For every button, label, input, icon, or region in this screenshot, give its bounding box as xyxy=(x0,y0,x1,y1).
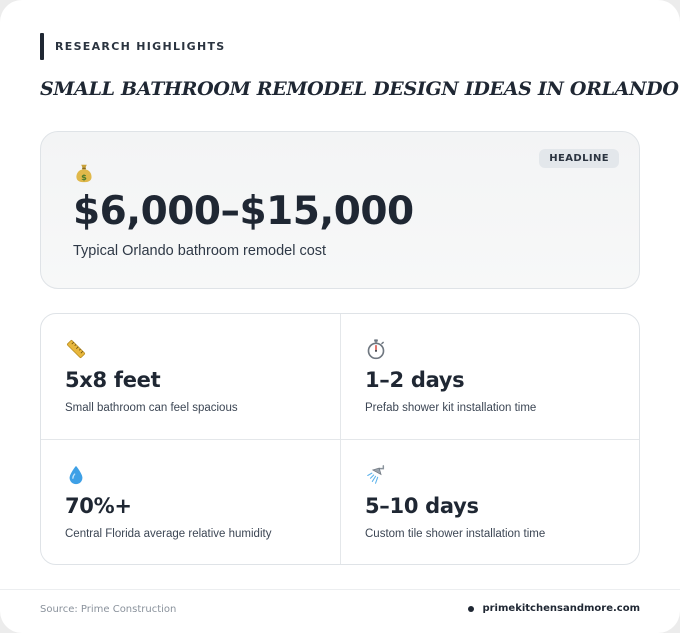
stat-caption: Small bathroom can feel spacious xyxy=(65,402,238,414)
money-bag-icon: $ xyxy=(76,164,92,183)
source-credit: Source: Prime Construction xyxy=(40,604,177,615)
stat-value: 5x8 feet xyxy=(65,368,161,392)
footer-divider xyxy=(0,589,680,590)
eyebrow: RESEARCH HIGHLIGHTS xyxy=(40,33,226,60)
headline-value: $6,000–$15,000 xyxy=(73,189,414,234)
stat-cell: 70%+ Central Florida average relative hu… xyxy=(41,440,340,564)
stat-caption: Prefab shower kit installation time xyxy=(365,402,537,414)
stat-value: 5–10 days xyxy=(365,494,479,518)
svg-text:$: $ xyxy=(81,172,87,182)
stopwatch-icon xyxy=(367,339,385,360)
site-url[interactable]: primekitchensandmore.com xyxy=(482,603,640,614)
stat-caption: Central Florida average relative humidit… xyxy=(65,528,272,540)
droplet-icon xyxy=(69,465,83,485)
shower-icon xyxy=(367,465,385,484)
stat-cell: 5x8 feet Small bathroom can feel spaciou… xyxy=(41,314,340,439)
stat-cell: 1–2 days Prefab shower kit installation … xyxy=(341,314,639,439)
ruler-icon xyxy=(66,339,86,359)
page-title: SMALL BATHROOM REMODEL DESIGN IDEAS IN O… xyxy=(40,78,680,100)
site-link[interactable]: primekitchensandmore.com xyxy=(468,603,640,614)
stats-grid: 5x8 feet Small bathroom can feel spaciou… xyxy=(40,313,640,565)
research-card: RESEARCH HIGHLIGHTS SMALL BATHROOM REMOD… xyxy=(0,0,680,633)
stat-caption: Custom tile shower installation time xyxy=(365,528,546,540)
stat-value: 70%+ xyxy=(65,494,132,518)
stat-value: 1–2 days xyxy=(365,368,465,392)
bullet-dot-icon xyxy=(468,605,475,612)
headline-caption: Typical Orlando bathroom remodel cost xyxy=(73,243,327,259)
eyebrow-accent-bar xyxy=(40,33,44,60)
headline-card: HEADLINE $ $6,000–$15,000 Typical Orland… xyxy=(40,131,640,289)
headline-badge: HEADLINE xyxy=(539,149,619,168)
eyebrow-label: RESEARCH HIGHLIGHTS xyxy=(55,40,226,53)
stat-cell: 5–10 days Custom tile shower installatio… xyxy=(341,440,639,564)
